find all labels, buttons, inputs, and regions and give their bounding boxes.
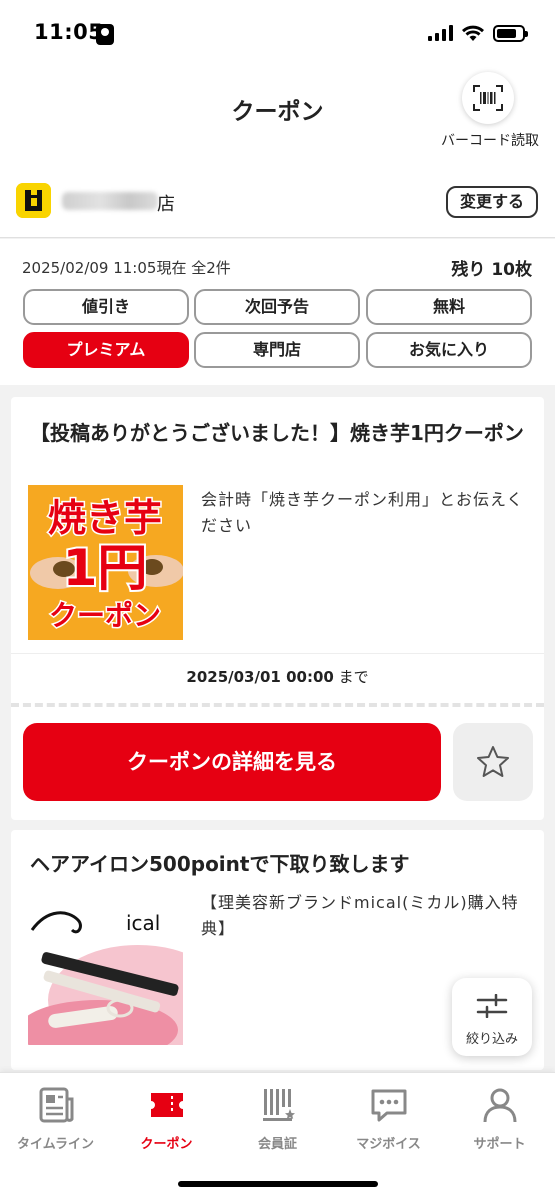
cellular-signal-icon [428,25,453,41]
mical-hair-iron-image: ical [28,890,183,1045]
coupon-expiry: 2025/03/01 00:00 まで [11,653,544,701]
nav-label: マジボイス [356,1137,421,1152]
chip-premium[interactable]: プレミアム [23,332,189,368]
chip-discount[interactable]: 値引き [23,289,189,325]
chip-favorites[interactable]: お気に入り [366,332,532,368]
filter-button-label: 絞り込み [465,1032,518,1047]
status-bar: 11:05 [0,0,555,70]
coupon-count-meta: 2025/02/09 11:05現在 全2件 [22,259,231,277]
nav-member-card[interactable]: 会員証 [222,1081,333,1161]
perforation-divider [11,703,544,707]
remaining-count: 残り 10枚 [451,260,532,280]
change-store-button[interactable]: 変更する [446,186,538,218]
member-card-icon [262,1089,295,1121]
chip-free[interactable]: 無料 [366,289,532,325]
filter-area: 2025/02/09 11:05現在 全2件 残り 10枚 値引き 次回予告 無… [0,239,555,385]
barcode-icon [473,85,503,111]
store-row: 店 変更する [0,170,555,238]
battery-icon [493,24,528,42]
barcode-scan-button[interactable] [462,72,514,124]
coupon-image-mical: ical [28,890,183,1045]
coupon-title: ヘアアイロン500pointで下取り致します [30,852,410,876]
nav-label: 会員証 [257,1137,297,1152]
status-indicators [428,24,528,42]
image-text-line3: クーポン [49,599,161,632]
nav-coupon[interactable]: クーポン [111,1081,222,1161]
coupon-card: 【投稿ありがとうございました！】焼き芋1円クーポン 焼き芋 1円 クーポン 会計… [11,397,544,820]
image-text-line2: 1円 [63,539,148,597]
coupon-title: 【投稿ありがとうございました！】焼き芋1円クーポン [30,421,524,445]
chip-specialty-store[interactable]: 専門店 [194,332,360,368]
star-icon [477,746,509,777]
image-text-line1: 焼き芋 [48,496,162,540]
header: クーポン バーコード読取 [0,70,555,170]
speech-bubble-icon [371,1089,406,1122]
expiry-suffix: まで [338,668,369,686]
coupon-image-sweet-potato: 焼き芋 1円 クーポン [28,485,183,640]
favorite-button[interactable] [453,723,533,801]
news-icon [39,1087,73,1123]
filter-button[interactable]: 絞り込み [452,978,532,1056]
store-logo-icon [16,183,51,218]
sliders-icon [476,994,508,1018]
nav-label: サポート [473,1137,526,1152]
nav-support[interactable]: サポート [444,1081,555,1161]
barcode-label: バーコード読取 [441,133,539,149]
nav-maji-voice[interactable]: マジボイス [333,1081,444,1161]
wifi-icon [462,25,484,41]
view-coupon-details-button[interactable]: クーポンの詳細を見る [23,723,441,801]
expiry-date: 2025/03/01 00:00 [186,668,334,686]
person-icon [483,1088,516,1123]
nav-label: クーポン [140,1137,193,1152]
nav-label: タイムライン [16,1137,95,1152]
coupon-description: 会計時「焼き芋クーポン利用」とお伝えください [201,490,524,535]
coupon-description: 【理美容新ブランドmical(ミカル)購入特典】 [201,893,519,938]
store-name-suffix: 店 [157,194,175,215]
sweet-potato-coupon-image: 焼き芋 1円 クーポン [28,485,183,640]
ticket-icon [150,1093,183,1117]
contact-card-icon [96,24,114,45]
chip-next-preview[interactable]: 次回予告 [194,289,360,325]
image-brand-text: ical [126,911,160,935]
status-time: 11:05 [34,20,104,44]
store-name-redacted [62,192,158,210]
home-indicator [178,1181,378,1187]
nav-timeline[interactable]: タイムライン [0,1081,111,1161]
